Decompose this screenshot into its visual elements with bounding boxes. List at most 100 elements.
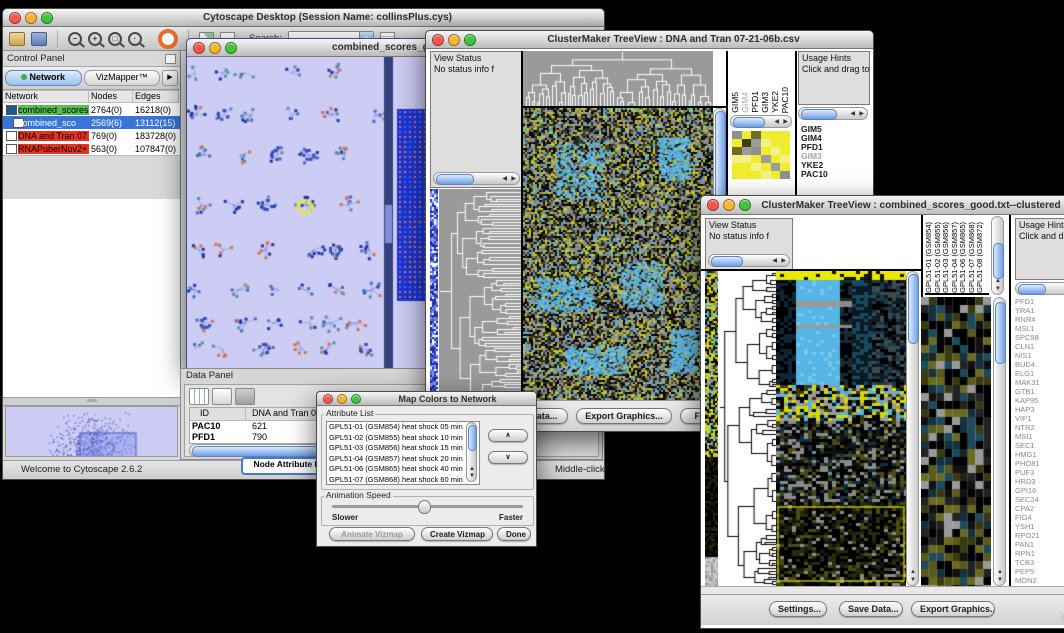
animate-vizmap-button[interactable]: Animate Vizmap xyxy=(329,527,415,541)
attribute-select-icon[interactable] xyxy=(189,388,209,405)
gene-label[interactable]: HMG1 xyxy=(1013,450,1064,459)
gene-label[interactable]: NIS1 xyxy=(1013,351,1064,360)
close-icon[interactable] xyxy=(707,199,719,211)
tv1-heatmap[interactable] xyxy=(523,108,713,401)
gene-label[interactable]: FIG4 xyxy=(1013,513,1064,522)
gene-label[interactable]: SEC1 xyxy=(1013,441,1064,450)
tab-network[interactable]: Network xyxy=(5,70,82,86)
speed-slider-thumb[interactable] xyxy=(418,500,431,514)
save-data-button[interactable]: Save Data... xyxy=(839,601,903,617)
gene-label[interactable]: HAP3 xyxy=(1013,405,1064,414)
open-session-icon[interactable] xyxy=(9,32,25,46)
matrix-cell[interactable] xyxy=(742,131,752,139)
tv1-column-dendrogram[interactable] xyxy=(523,51,713,106)
gene-label[interactable]: PFD1 xyxy=(1013,297,1064,306)
zoom-window-icon[interactable] xyxy=(739,199,751,211)
tv1-detail-matrix[interactable] xyxy=(732,131,790,179)
gene-label[interactable]: MAK31 xyxy=(1013,378,1064,387)
treeview1-titlebar[interactable]: ClusterMaker TreeView : DNA and Tran 07-… xyxy=(426,31,873,49)
matrix-cell[interactable] xyxy=(771,171,781,179)
help-lifesaver-icon[interactable] xyxy=(158,29,178,49)
gene-label[interactable]: CLN1 xyxy=(1013,342,1064,351)
attribute-item[interactable]: GPL51-03 (GSM856) heat shock 15 min xyxy=(327,443,479,454)
matrix-cell[interactable] xyxy=(732,155,742,163)
scroll-thumb[interactable] xyxy=(436,174,474,185)
tab-vizmapper[interactable]: VizMapper™ xyxy=(84,70,161,86)
minimize-icon[interactable] xyxy=(723,199,735,211)
gene-label[interactable]: NTR2 xyxy=(1013,423,1064,432)
gene-label[interactable]: PAN1 xyxy=(1013,540,1064,549)
gene-label[interactable]: MSL1 xyxy=(1013,324,1064,333)
matrix-cell[interactable] xyxy=(771,163,781,171)
zoom-window-icon[interactable] xyxy=(464,34,476,46)
move-down-button[interactable]: ∨ xyxy=(488,451,528,464)
matrix-cell[interactable] xyxy=(761,155,771,163)
scroll-thumb[interactable] xyxy=(908,274,919,344)
gene-label[interactable]: PAC10 xyxy=(799,170,868,179)
tv1-status-scrollbar[interactable]: ◀▶ xyxy=(433,172,520,185)
scroll-thumb[interactable] xyxy=(995,302,1006,364)
gene-label[interactable]: GPI16 xyxy=(1013,486,1064,495)
scroll-thumb[interactable] xyxy=(993,243,1004,279)
gene-label[interactable]: VIP1 xyxy=(1013,414,1064,423)
dialog-titlebar[interactable]: Map Colors to Network xyxy=(317,392,536,406)
matrix-cell[interactable] xyxy=(780,147,790,155)
tv2-heatmap[interactable] xyxy=(776,271,906,586)
matrix-cell[interactable] xyxy=(771,131,781,139)
gene-label[interactable]: SEC24 xyxy=(1013,495,1064,504)
tv2-detail-vscrollbar[interactable]: ▲▼ xyxy=(993,297,1006,586)
zoom-selected-icon[interactable]: □ xyxy=(108,32,122,46)
close-icon[interactable] xyxy=(432,34,444,46)
gene-label[interactable]: SPC98 xyxy=(1013,333,1064,342)
gene-label[interactable]: RPN1 xyxy=(1013,549,1064,558)
settings-button[interactable]: Settings... xyxy=(769,601,827,617)
gene-label[interactable]: HRD3 xyxy=(1013,477,1064,486)
matrix-cell[interactable] xyxy=(742,155,752,163)
attribute-item[interactable]: GPL51-04 (GSM857) heat shock 20 min xyxy=(327,454,479,465)
matrix-cell[interactable] xyxy=(732,131,742,139)
gene-label[interactable]: PEP5 xyxy=(1013,567,1064,576)
panel-splitter-handle[interactable] xyxy=(3,397,180,406)
matrix-cell[interactable] xyxy=(742,171,752,179)
save-session-icon[interactable] xyxy=(31,32,47,46)
matrix-cell[interactable] xyxy=(780,171,790,179)
matrix-cell[interactable] xyxy=(742,163,752,171)
scroll-thumb[interactable] xyxy=(733,117,765,128)
gene-label[interactable]: RPO21 xyxy=(1013,531,1064,540)
matrix-cell[interactable] xyxy=(751,139,761,147)
minimize-icon[interactable] xyxy=(448,34,460,46)
zoom-in-icon[interactable]: + xyxy=(88,32,102,46)
tv1-row-dendrogram[interactable] xyxy=(439,189,521,401)
matrix-cell[interactable] xyxy=(751,155,761,163)
matrix-cell[interactable] xyxy=(780,139,790,147)
matrix-cell[interactable] xyxy=(780,155,790,163)
matrix-cell[interactable] xyxy=(751,171,761,179)
tabs-more-arrow[interactable]: ▶ xyxy=(162,70,178,86)
matrix-cell[interactable] xyxy=(751,147,761,155)
col-id[interactable]: ID xyxy=(190,408,246,420)
gene-label[interactable]: RNR4 xyxy=(1013,315,1064,324)
tv2-heatmap-vscrollbar[interactable]: ▲▼ xyxy=(906,271,919,586)
scroll-thumb[interactable] xyxy=(711,256,743,267)
zoom-window-icon[interactable] xyxy=(41,12,53,24)
matrix-cell[interactable] xyxy=(761,171,771,179)
delete-attribute-icon[interactable] xyxy=(235,388,255,405)
gene-label[interactable]: ELG1 xyxy=(1013,369,1064,378)
export-graphics-button[interactable]: Export Graphics... xyxy=(576,408,672,424)
export-graphics-button[interactable]: Export Graphics... xyxy=(911,601,995,617)
tv2-collabel-vscrollbar[interactable]: ▲▼ xyxy=(991,216,1004,295)
gene-label[interactable]: KAP95 xyxy=(1013,396,1064,405)
tv2-detail-heatmap[interactable] xyxy=(921,297,991,586)
treeview2-titlebar[interactable]: ClusterMaker TreeView : combined_scores_… xyxy=(701,196,1064,215)
matrix-cell[interactable] xyxy=(742,139,752,147)
tv2-status-scrollbar[interactable]: ◀▶ xyxy=(708,254,790,267)
matrix-cell[interactable] xyxy=(771,147,781,155)
gene-label[interactable]: GTB1 xyxy=(1013,387,1064,396)
scroll-thumb[interactable] xyxy=(715,111,726,205)
matrix-cell[interactable] xyxy=(751,163,761,171)
zoom-out-icon[interactable]: − xyxy=(68,32,82,46)
close-icon[interactable] xyxy=(323,394,333,404)
close-icon[interactable] xyxy=(193,42,205,54)
close-icon[interactable] xyxy=(9,12,21,24)
matrix-cell[interactable] xyxy=(780,131,790,139)
